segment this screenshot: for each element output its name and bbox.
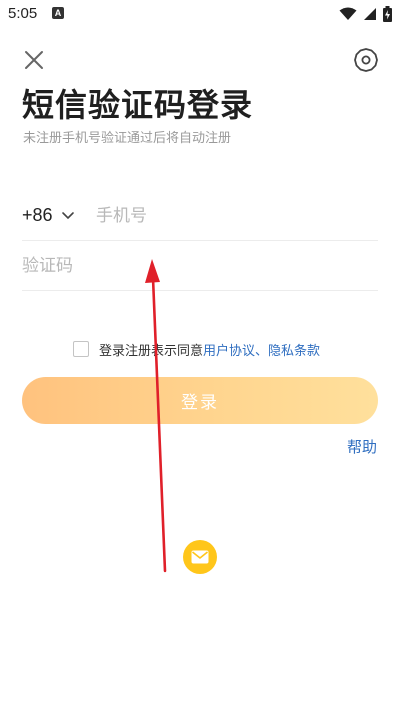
app-notification-icon: A xyxy=(52,7,64,19)
login-button[interactable]: 登录 xyxy=(22,377,378,424)
page-title: 短信验证码登录 xyxy=(22,86,254,124)
mail-icon xyxy=(191,550,209,564)
close-button[interactable] xyxy=(20,46,48,74)
user-agreement-link[interactable]: 用户协议 xyxy=(203,340,255,359)
gear-icon xyxy=(354,48,378,72)
close-icon xyxy=(25,51,43,69)
battery-charging-icon xyxy=(383,6,392,22)
agreement-checkbox[interactable] xyxy=(73,341,89,357)
status-icons xyxy=(339,5,392,23)
help-link[interactable]: 帮助 xyxy=(347,436,377,457)
mail-floating-button[interactable] xyxy=(183,540,217,574)
settings-button[interactable] xyxy=(352,46,380,74)
country-code-selector[interactable]: +86 xyxy=(22,205,75,226)
agreement-row: 登录注册表示同意 用户协议 、 隐私条款 xyxy=(73,338,320,360)
phone-input[interactable] xyxy=(96,200,366,232)
phone-row: +86 xyxy=(22,192,378,241)
page-subtitle: 未注册手机号验证通过后将自动注册 xyxy=(23,131,232,146)
verification-code-input[interactable] xyxy=(22,250,362,282)
agreement-separator: 、 xyxy=(255,343,269,359)
agreement-text: 登录注册表示同意 xyxy=(99,343,204,359)
country-code-label: +86 xyxy=(22,205,53,225)
code-row xyxy=(22,242,378,291)
cell-signal-icon xyxy=(364,8,376,20)
wifi-icon xyxy=(339,7,357,20)
privacy-policy-link[interactable]: 隐私条款 xyxy=(268,340,320,359)
status-time: 5:05 xyxy=(8,5,38,22)
status-bar: 5:05 A xyxy=(0,0,400,28)
chevron-down-icon xyxy=(61,211,74,219)
